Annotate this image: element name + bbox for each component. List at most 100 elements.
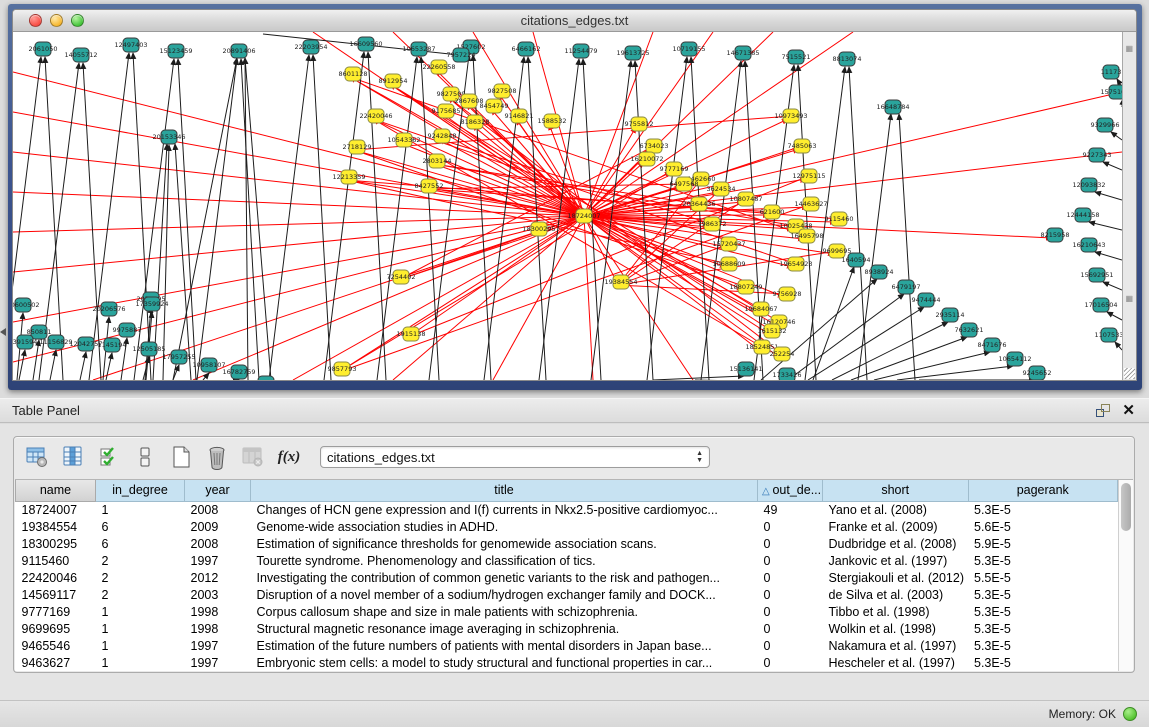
table-cell-year: 2008 <box>185 535 251 552</box>
table-cell-short: Stergiakouli et al. (2012) <box>823 569 969 586</box>
new-file-icon[interactable] <box>168 444 194 470</box>
network-window-titlebar[interactable]: citations_edges.txt <box>13 10 1136 32</box>
graph-node-label: 17016504 <box>1084 301 1117 309</box>
select-columns-icon[interactable] <box>96 444 122 470</box>
column-header-title[interactable]: title <box>251 480 758 501</box>
column-header-short[interactable]: short <box>823 480 969 501</box>
graph-node-label: 7986372 <box>698 220 727 228</box>
zoom-window-button[interactable] <box>71 14 84 27</box>
table-cell-out_degree: 0 <box>758 586 823 603</box>
graph-node-label: 10543362 <box>387 136 420 144</box>
column-header-name[interactable]: name <box>16 480 96 501</box>
show-columns-icon[interactable] <box>60 444 86 470</box>
table-cell-short: Nakamura et al. (1997) <box>823 637 969 654</box>
table-row[interactable]: 1830029562008Estimation of significance … <box>16 535 1118 552</box>
table-group-box: f(x) citations_edges.txt ▲▼ namein_degre… <box>13 436 1135 673</box>
graph-node-label: 6466162 <box>512 45 541 53</box>
table-row[interactable]: 1872400712008Changes of HCN gene express… <box>16 501 1118 518</box>
table-cell-name: 9777169 <box>16 603 96 620</box>
graph-node-label: 11254479 <box>564 47 597 55</box>
table-cell-name: 18724007 <box>16 501 96 518</box>
table-cell-title: Investigating the contribution of common… <box>251 569 758 586</box>
graph-node-label: 1615132 <box>758 327 787 335</box>
close-panel-icon[interactable]: ✕ <box>1122 404 1135 417</box>
row-tools-icon[interactable] <box>132 444 158 470</box>
table-cell-out_degree: 0 <box>758 518 823 535</box>
table-cell-pagerank: 5.3E-5 <box>968 586 1118 603</box>
table-cell-out_degree: 49 <box>758 501 823 518</box>
table-cell-title: Structural magnetic resonance image aver… <box>251 620 758 637</box>
table-row[interactable]: 1938455462009Genome-wide association stu… <box>16 518 1118 535</box>
graph-node-label: 12505185 <box>132 345 165 353</box>
table-row[interactable]: 946554611997Estimation of the future num… <box>16 637 1118 654</box>
network-window: citations_edges.txt 18724007183002958601… <box>12 9 1137 381</box>
graph-node-label: 10719155 <box>672 45 705 53</box>
table-cell-year: 2012 <box>185 569 251 586</box>
graph-node-label: 16210072 <box>630 155 663 163</box>
table-cell-title: Changes of HCN gene expression and I(f) … <box>251 501 758 518</box>
resize-grip-icon[interactable] <box>1124 368 1135 379</box>
delete-trash-icon[interactable] <box>204 444 230 470</box>
graph-node-label: 9245652 <box>1023 369 1052 377</box>
table-row[interactable]: 911546021997Tourette syndrome. Phenomeno… <box>16 552 1118 569</box>
graph-node-label: 1588532 <box>538 117 567 125</box>
column-header-in_degree[interactable]: in_degree <box>96 480 185 501</box>
graph-node-label: 9756928 <box>773 290 802 298</box>
divider-grip-icon[interactable]: ▦ <box>1125 294 1134 303</box>
table-cell-in_degree: 2 <box>96 569 185 586</box>
graph-node-label: 12923466 <box>249 379 282 380</box>
table-cell-short: Tibbo et al. (1998) <box>823 603 969 620</box>
table-cell-short: Franke et al. (2009) <box>823 518 969 535</box>
table-row[interactable]: 946362711997Embryonic stem cells: a mode… <box>16 654 1118 671</box>
table-cell-in_degree: 2 <box>96 586 185 603</box>
graph-node-label: 9175685 <box>432 107 461 115</box>
table-cell-pagerank: 5.3E-5 <box>968 620 1118 637</box>
graph-node-label: 15720437 <box>712 240 745 248</box>
canvas-right-divider[interactable]: ▦ ▦ <box>1122 32 1136 380</box>
graph-node-label: 8813074 <box>833 55 862 63</box>
table-options-icon[interactable] <box>24 444 50 470</box>
minimize-window-button[interactable] <box>50 14 63 27</box>
table-cell-name: 18300295 <box>16 535 96 552</box>
network-canvas[interactable]: 1872400718300295860112889129542226055898… <box>13 32 1136 380</box>
graph-node-label: 7254402 <box>387 273 416 281</box>
graph-node-label: 15692951 <box>1080 271 1113 279</box>
table-cell-pagerank: 5.5E-5 <box>968 569 1118 586</box>
function-builder-icon[interactable]: f(x) <box>276 444 302 470</box>
table-cell-short: Dudbridge et al. (2008) <box>823 535 969 552</box>
table-row[interactable]: 977716911998Corpus callosum shape and si… <box>16 603 1118 620</box>
graph-node-label: 9227343 <box>1083 151 1112 159</box>
graph-node-label: 18807249 <box>729 283 762 291</box>
table-cell-title: Disruption of a novel member of a sodium… <box>251 586 758 603</box>
table-row[interactable]: 1456911722003Disruption of a novel membe… <box>16 586 1118 603</box>
node-table-head: namein_degreeyeartitle△ out_de...shortpa… <box>16 480 1118 501</box>
column-header-year[interactable]: year <box>185 480 251 501</box>
graph-node-label: 20364436 <box>682 200 715 208</box>
graph-node-label: 2935114 <box>936 311 965 319</box>
float-panel-icon[interactable] <box>1096 404 1110 417</box>
table-cell-pagerank: 5.3E-5 <box>968 637 1118 654</box>
column-header-out_degree[interactable]: △ out_de... <box>758 480 823 501</box>
table-vertical-scrollbar[interactable] <box>1118 480 1133 671</box>
delete-table-disabled-icon <box>240 444 266 470</box>
left-panel-collapse-icon[interactable] <box>0 328 6 336</box>
table-row[interactable]: 969969511998Structural magnetic resonanc… <box>16 620 1118 637</box>
graph-node-label: 10653287 <box>402 45 435 53</box>
column-header-pagerank[interactable]: pagerank <box>968 480 1118 501</box>
table-selector-dropdown[interactable]: citations_edges.txt ▲▼ <box>320 446 710 468</box>
table-panel-body: f(x) citations_edges.txt ▲▼ namein_degre… <box>0 424 1149 700</box>
graph-node-label: 6497568 <box>670 180 699 188</box>
graph-node-label: 2061050 <box>29 45 58 53</box>
graph-node-label: 22203954 <box>294 43 327 51</box>
graph-node-label: 6479197 <box>892 283 921 291</box>
table-wrap: namein_degreeyeartitle△ out_de...shortpa… <box>15 479 1133 671</box>
close-window-button[interactable] <box>29 14 42 27</box>
graph-node-label: 16495798 <box>790 232 823 240</box>
table-cell-pagerank: 5.6E-5 <box>968 518 1118 535</box>
scrollbar-thumb[interactable] <box>1121 483 1131 531</box>
table-cell-out_degree: 0 <box>758 654 823 671</box>
table-cell-short: Yano et al. (2008) <box>823 501 969 518</box>
table-row[interactable]: 2242004622012Investigating the contribut… <box>16 569 1118 586</box>
table-cell-pagerank: 5.3E-5 <box>968 603 1118 620</box>
divider-grip-icon[interactable]: ▦ <box>1125 44 1134 53</box>
